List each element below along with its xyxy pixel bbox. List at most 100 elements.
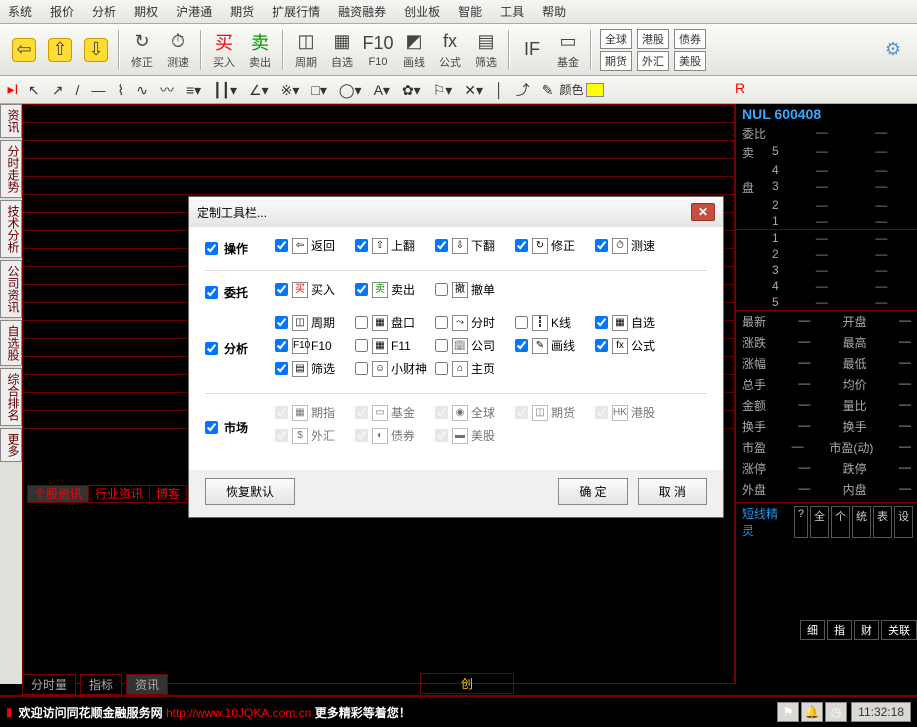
draw-tool[interactable]: ✎ [542,82,554,98]
item-check-小财神[interactable] [355,362,368,375]
rp-btn-?[interactable]: ? [794,506,808,538]
item-check-分时[interactable] [435,316,448,329]
dialog-titlebar[interactable]: 定制工具栏... ✕ [189,197,723,227]
item-check-K线[interactable] [515,316,528,329]
tab-个股资讯[interactable]: 个股资讯 [27,485,89,503]
item-check-下翻[interactable] [435,239,448,252]
sidebar-公司资讯[interactable]: 公司资讯 [0,260,22,318]
menu-帮助[interactable]: 帮助 [542,3,566,20]
sys-icon-1[interactable]: ⚑ [777,702,799,722]
item-check-上翻[interactable] [355,239,368,252]
draw-tool[interactable]: — [91,82,105,98]
draw-tool[interactable]: ≡▾ [186,82,201,98]
item-check-撤单[interactable] [435,283,448,296]
draw-tool[interactable]: ⌇ [117,82,124,98]
pill-港股[interactable]: 港股 [637,29,669,49]
pill-债券[interactable]: 债券 [674,29,706,49]
toolbar-nav-1[interactable]: ⇧ [42,26,78,74]
draw-tool[interactable]: ✿▾ [402,82,421,98]
cancel-button[interactable]: 取 消 [638,478,707,505]
sys-icon-2[interactable]: 🔔 [801,702,823,722]
draw-tool[interactable]: / [75,82,79,98]
rp-btn-表[interactable]: 表 [873,506,892,538]
draw-tool[interactable]: ∠▾ [249,82,269,98]
menu-智能[interactable]: 智能 [458,3,482,20]
menu-报价[interactable]: 报价 [50,3,74,20]
item-check-周期[interactable] [275,316,288,329]
toolbar-卖出[interactable]: 卖 卖出 [242,26,278,74]
item-check-自选[interactable] [595,316,608,329]
br-tab-财[interactable]: 财 [854,620,879,640]
rp-btn-统[interactable]: 统 [852,506,871,538]
br-tab-细[interactable]: 细 [800,620,825,640]
pill-外汇[interactable]: 外汇 [637,51,669,71]
menu-分析[interactable]: 分析 [92,3,116,20]
bottom-tab-分时量[interactable]: 分时量 [22,674,76,695]
draw-tool[interactable]: A▾ [374,82,390,98]
toolbar-F10[interactable]: F10 F10 [360,26,396,74]
sys-icon-3[interactable]: ◷ [825,702,847,722]
group-check-委托[interactable] [205,286,218,299]
rp-btn-设[interactable]: 设 [894,506,913,538]
draw-tool[interactable]: ⚐▾ [433,82,453,98]
tab-行业资讯[interactable]: 行业资讯 [88,485,150,503]
sidebar-分时走势[interactable]: 分时走势 [0,140,22,198]
menu-工具[interactable]: 工具 [500,3,524,20]
menu-创业板[interactable]: 创业板 [404,3,440,20]
draw-tool[interactable]: ∿ [136,82,148,98]
spirit-link[interactable]: 短线精灵 [736,503,790,541]
menu-沪港通[interactable]: 沪港通 [176,3,212,20]
draw-tool[interactable]: 〰 [160,82,174,98]
menu-扩展行情[interactable]: 扩展行情 [272,3,320,20]
draw-tool[interactable]: □▾ [311,82,326,98]
draw-tool[interactable]: ↗ [52,82,64,98]
tab-博客[interactable]: 博客 [149,485,187,503]
menu-融资融券[interactable]: 融资融券 [338,3,386,20]
sidebar-综合排名[interactable]: 综合排名 [0,368,22,426]
toolbar-周期[interactable]: ◫ 周期 [288,26,324,74]
item-check-筛选[interactable] [275,362,288,375]
ok-button[interactable]: 确 定 [558,478,627,505]
item-check-返回[interactable] [275,239,288,252]
toolbar-nav-2[interactable]: ⇩ [78,26,114,74]
group-check-分析[interactable] [205,342,218,355]
sidebar-自选股[interactable]: 自选股 [0,320,22,366]
br-tab-关联[interactable]: 关联 [881,620,917,640]
draw-tool[interactable]: ◯▾ [339,82,362,98]
toolbar-买入[interactable]: 买 买入 [206,26,242,74]
gear-icon[interactable]: ⚙ [885,39,901,60]
menu-期货[interactable]: 期货 [230,3,254,20]
draw-tool[interactable]: ✕▾ [464,82,483,98]
item-check-画线[interactable] [515,339,528,352]
pill-期货[interactable]: 期货 [600,51,632,71]
pill-全球[interactable]: 全球 [600,29,632,49]
toolbar-公式[interactable]: fx 公式 [432,26,468,74]
bottom-tab-资讯[interactable]: 资讯 [126,674,168,695]
toolbar-筛选[interactable]: ▤ 筛选 [468,26,504,74]
item-check-卖出[interactable] [355,283,368,296]
sidebar-技术分析[interactable]: 技术分析 [0,200,22,258]
menu-系统[interactable]: 系统 [8,3,32,20]
toolbar-自选[interactable]: ▦ 自选 [324,26,360,74]
toolbar-测速[interactable]: ⏱ 测速 [160,26,196,74]
rp-btn-个[interactable]: 个 [831,506,850,538]
item-check-主页[interactable] [435,362,448,375]
item-check-公司[interactable] [435,339,448,352]
draw-tool[interactable]: ↖ [28,82,40,98]
group-check-操作[interactable] [205,242,218,255]
url-link[interactable]: http://www.10JQKA.com.cn [166,706,311,720]
item-check-买入[interactable] [275,283,288,296]
close-icon[interactable]: ✕ [691,203,715,221]
sidebar-资讯[interactable]: 资讯 [0,104,22,138]
toolbar-nav-13[interactable]: IF [514,26,550,74]
draw-tool[interactable]: ⤴ [516,82,530,98]
item-check-公式[interactable] [595,339,608,352]
item-check-盘口[interactable] [355,316,368,329]
info-toggle[interactable]: ▸I [4,81,22,98]
toolbar-画线[interactable]: ◩ 画线 [396,26,432,74]
pill-美股[interactable]: 美股 [674,51,706,71]
sidebar-更多[interactable]: 更多 [0,428,22,462]
br-tab-指[interactable]: 指 [827,620,852,640]
group-check-市场[interactable] [205,421,218,434]
rp-btn-全[interactable]: 全 [810,506,829,538]
